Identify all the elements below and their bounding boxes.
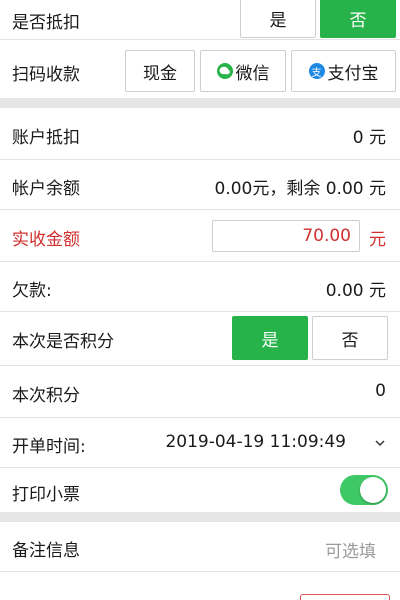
points-choice-label: 本次是否积分 xyxy=(12,332,114,352)
actual-amount-input[interactable]: 70.00 xyxy=(212,220,360,252)
account-balance-label: 帐户余额 xyxy=(12,179,80,199)
print-ticket-toggle[interactable] xyxy=(340,475,388,505)
chevron-down-icon[interactable] xyxy=(374,437,386,449)
remark-input[interactable]: 可选填 xyxy=(325,537,376,562)
deduct-row: 是否抵扣 是 否 xyxy=(0,0,400,40)
account-deduct-value: 0 元 xyxy=(352,128,386,148)
open-time-row[interactable]: 开单时间: 2019-04-19 11:09:49 xyxy=(0,418,400,468)
remark-row[interactable]: 备注信息 可选填 xyxy=(0,522,400,572)
points-yes-button[interactable]: 是 xyxy=(232,316,308,360)
actual-amount-value: 70.00 xyxy=(302,226,351,246)
remark-label: 备注信息 xyxy=(12,541,80,561)
section-divider xyxy=(0,98,400,108)
cash-button[interactable]: 现金 xyxy=(125,50,195,92)
wechat-icon xyxy=(216,63,233,79)
points-label: 本次积分 xyxy=(12,386,80,406)
alipay-icon: 支 xyxy=(308,63,325,79)
toggle-knob xyxy=(360,477,386,503)
points-no-button[interactable]: 否 xyxy=(312,316,388,360)
debt-row: 欠款: 0.00 元 xyxy=(0,262,400,312)
bottom-action-button[interactable] xyxy=(300,594,390,600)
open-time-value: 2019-04-19 11:09:49 xyxy=(165,432,346,452)
deduct-yes-button[interactable]: 是 xyxy=(240,0,316,38)
points-choice-row: 本次是否积分 是 否 xyxy=(0,312,400,366)
open-time-label: 开单时间: xyxy=(12,437,86,457)
deduct-label: 是否抵扣 xyxy=(12,13,80,33)
account-balance-value: 0.00元，剩余 0.00 元 xyxy=(214,179,386,199)
cash-label: 现金 xyxy=(143,63,177,84)
account-deduct-row: 账户抵扣 0 元 xyxy=(0,108,400,160)
points-value: 0 xyxy=(375,381,386,401)
alipay-label: 支付宝 xyxy=(327,63,379,84)
points-row: 本次积分 0 xyxy=(0,366,400,418)
alipay-button[interactable]: 支 支付宝 xyxy=(291,50,396,92)
debt-value: 0.00 元 xyxy=(325,281,386,301)
scan-payment-row: 扫码收款 现金 微信 支 支付宝 xyxy=(0,44,400,98)
account-deduct-label: 账户抵扣 xyxy=(12,128,80,148)
wechat-label: 微信 xyxy=(235,63,270,84)
account-balance-row: 帐户余额 0.00元，剩余 0.00 元 xyxy=(0,160,400,210)
print-ticket-row: 打印小票 xyxy=(0,468,400,512)
section-divider-2 xyxy=(0,512,400,522)
debt-label: 欠款: xyxy=(12,281,52,301)
actual-amount-unit: 元 xyxy=(369,230,386,250)
actual-amount-row: 实收金额 70.00 元 xyxy=(0,210,400,262)
actual-amount-label: 实收金额 xyxy=(12,230,80,250)
wechat-button[interactable]: 微信 xyxy=(200,50,286,92)
deduct-no-button[interactable]: 否 xyxy=(320,0,396,38)
scan-payment-label: 扫码收款 xyxy=(12,65,80,85)
print-ticket-label: 打印小票 xyxy=(12,485,80,505)
